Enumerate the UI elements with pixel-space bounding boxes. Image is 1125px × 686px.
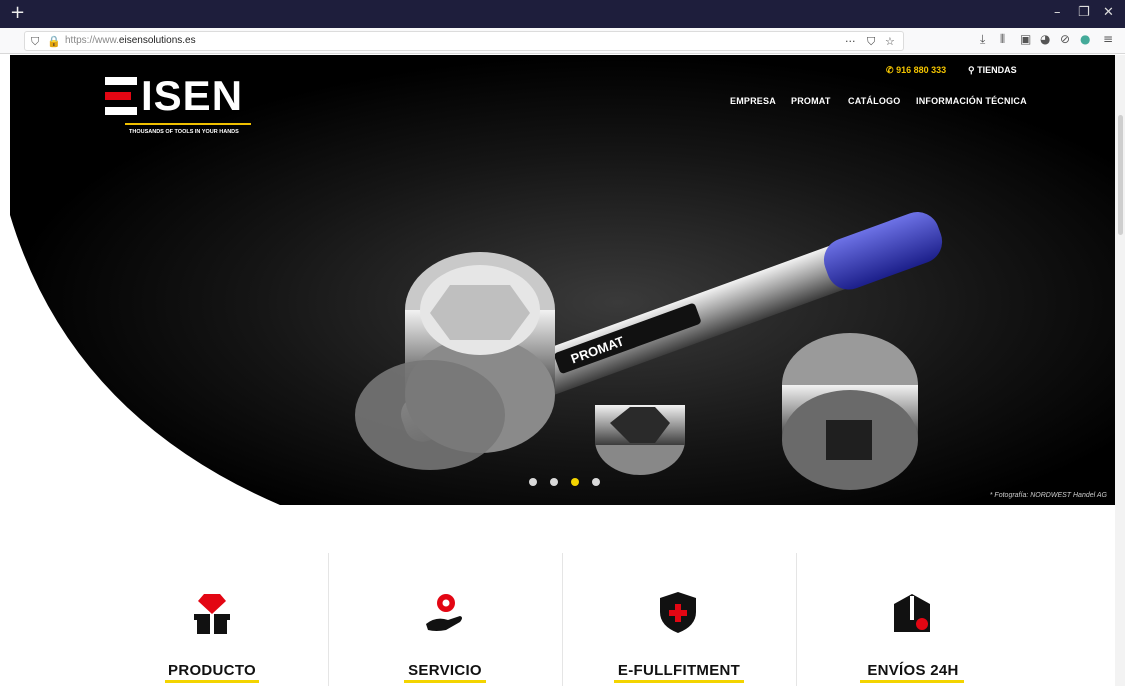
feature-underline: [404, 680, 486, 683]
logo-mark: [105, 77, 137, 115]
block-icon[interactable]: ⊘: [1060, 32, 1070, 46]
slider-dot-1[interactable]: [529, 478, 537, 486]
feature-label: PRODUCTO: [168, 662, 256, 679]
pocket-icon[interactable]: ⛉: [867, 35, 875, 49]
logo-tagline: THOUSANDS OF TOOLS IN YOUR HANDS: [129, 129, 239, 135]
feature-producto[interactable]: PRODUCTO: [95, 505, 329, 686]
nav-promat[interactable]: PROMAT: [791, 96, 831, 106]
page-actions-icon[interactable]: ···: [845, 35, 856, 48]
new-tab-button[interactable]: +: [10, 4, 25, 22]
browser-titlebar: + – ❐ ✕: [0, 0, 1125, 28]
page-scrollbar[interactable]: [1115, 55, 1125, 686]
photo-credit: * Fotografía: NORDWEST Handel AG: [989, 492, 1107, 499]
feature-envios-24h[interactable]: ENVÍOS 24H: [796, 505, 1030, 686]
slider-dot-3[interactable]: [571, 478, 579, 486]
phone-link[interactable]: ✆ 916 880 333: [886, 65, 946, 76]
shipping-box-icon: [894, 594, 930, 632]
logo-underline: [125, 123, 251, 125]
shield-plus-icon: [660, 592, 696, 633]
phone-number: 916 880 333: [896, 65, 947, 75]
feature-e-fullfitment[interactable]: E-FULLFITMENT: [562, 505, 796, 686]
stores-link[interactable]: ⚲ TIENDAS: [968, 65, 1017, 76]
hero-slider: PROMAT ISEN THOUSANDS OF TOOLS IN YOUR H…: [10, 55, 1115, 505]
slider-dot-4[interactable]: [592, 478, 600, 486]
bookmark-star-icon[interactable]: ☆: [885, 35, 895, 48]
location-pin-icon: ⚲: [968, 65, 975, 75]
gear-hand-icon: [426, 594, 462, 631]
extension-color-icon[interactable]: ●: [1080, 32, 1090, 46]
feature-underline: [165, 680, 259, 683]
browser-toolbar: ⛉ 🔒 https://www.eisensolutions.es ··· ⛉ …: [0, 28, 1125, 54]
lock-icon[interactable]: 🔒: [47, 35, 61, 48]
feature-underline: [614, 680, 744, 683]
library-icon[interactable]: ⫴: [1000, 32, 1005, 47]
nav-empresa[interactable]: EMPRESA: [730, 96, 776, 106]
menu-icon[interactable]: ≡: [1103, 32, 1113, 46]
feature-label: SERVICIO: [408, 662, 482, 679]
feature-servicio[interactable]: SERVICIO: [328, 505, 562, 686]
logo-text: ISEN: [141, 72, 244, 119]
sidebar-icon[interactable]: ▣: [1020, 32, 1031, 46]
feature-underline: [860, 680, 964, 683]
stores-label: TIENDAS: [977, 65, 1017, 75]
phone-icon: ✆: [886, 65, 894, 75]
address-bar[interactable]: ⛉ 🔒 https://www.eisensolutions.es ··· ⛉ …: [24, 31, 904, 51]
slider-dot-2[interactable]: [550, 478, 558, 486]
features-row: PRODUCTO SERVICIO E-FULLFITMENT ENVÍOS 2…: [0, 505, 1125, 686]
shield-icon[interactable]: ⛉: [31, 35, 39, 49]
extension-icon[interactable]: ◕: [1040, 32, 1050, 46]
scrollbar-thumb[interactable]: [1118, 115, 1123, 235]
nav-catalogo[interactable]: CATÁLOGO: [848, 96, 900, 106]
nav-informacion-tecnica[interactable]: INFORMACIÓN TÉCNICA: [916, 96, 1027, 106]
feature-label: ENVÍOS 24H: [867, 662, 959, 679]
download-icon[interactable]: ⤓: [980, 32, 985, 47]
feature-label: E-FULLFITMENT: [617, 662, 741, 679]
diamond-box-icon: [194, 594, 230, 634]
close-button[interactable]: ✕: [1103, 5, 1114, 20]
restore-button[interactable]: ❐: [1078, 5, 1090, 20]
minimize-button[interactable]: –: [1054, 5, 1061, 20]
url-text[interactable]: https://www.eisensolutions.es: [65, 35, 196, 46]
